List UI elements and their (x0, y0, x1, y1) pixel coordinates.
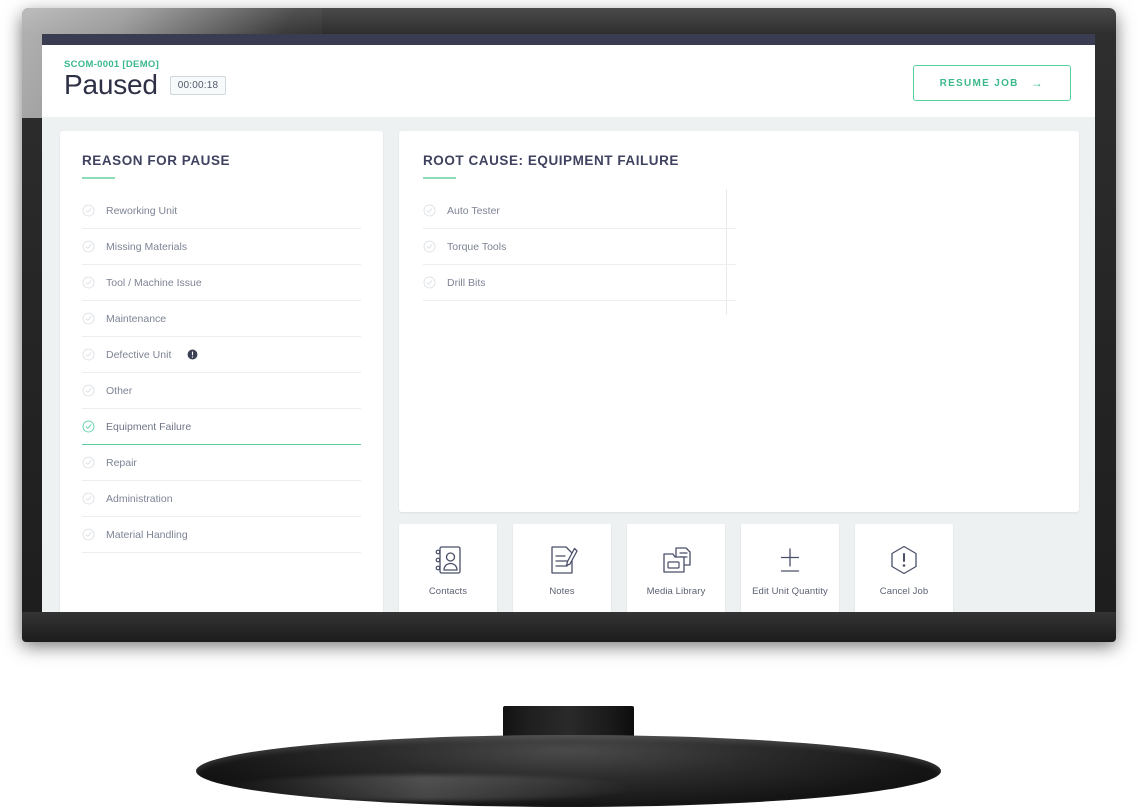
media-library-icon (663, 547, 691, 573)
reason-option-label: Defective Unit (106, 348, 172, 361)
reason-option-label: Material Handling (106, 528, 188, 541)
reason-option-item[interactable]: Maintenance (82, 301, 361, 337)
check-circle-icon (82, 420, 95, 433)
action-button-row: Contacts Notes Media Library Edit Unit Quan… (399, 524, 1079, 616)
reason-for-pause-panel: REASON FOR PAUSE Reworking Unit Missing M… (60, 131, 383, 618)
app-screen: SCOM-0001 [DEMO] Paused 00:00:18 RESUME … (42, 34, 1095, 634)
action-button-label: Notes (549, 586, 575, 597)
reason-option-list: Reworking Unit Missing Materials Tool / Ma… (82, 193, 361, 553)
notes-icon (551, 546, 578, 574)
reason-option-item[interactable]: Other (82, 373, 361, 409)
root-cause-option-label: Auto Tester (447, 204, 500, 217)
reason-option-label: Missing Materials (106, 240, 188, 253)
info-badge-icon (187, 349, 198, 360)
timer-badge: 00:00:18 (169, 75, 227, 95)
check-circle-icon (82, 204, 95, 217)
check-circle-icon (82, 456, 95, 469)
app-topbar (42, 34, 1095, 45)
app-header: SCOM-0001 [DEMO] Paused 00:00:18 RESUME … (42, 45, 1095, 117)
panel-divider (726, 189, 727, 315)
root-cause-panel-title: ROOT CAUSE: EQUIPMENT FAILURE (423, 153, 679, 168)
resume-job-label: RESUME JOB (939, 77, 1019, 89)
action-button-notes[interactable]: Notes (513, 524, 611, 616)
reason-option-item[interactable]: Missing Materials (82, 229, 361, 265)
reason-option-label: Administration (106, 492, 173, 505)
status-text: Paused (64, 69, 158, 100)
reason-option-item[interactable]: Tool / Machine Issue (82, 265, 361, 301)
root-cause-option-label: Torque Tools (447, 240, 507, 253)
root-cause-option-item[interactable]: Auto Tester (423, 193, 736, 229)
arrow-right-icon: → (1030, 76, 1044, 90)
check-circle-icon (82, 348, 95, 361)
monitor-bottom-bezel (22, 612, 1116, 642)
action-button-cancel-job[interactable]: Cancel Job (855, 524, 953, 616)
reason-option-item[interactable]: Material Handling (82, 517, 361, 553)
reason-option-label: Maintenance (106, 312, 167, 325)
reason-option-label: Repair (106, 456, 137, 469)
root-cause-panel: ROOT CAUSE: EQUIPMENT FAILURE Auto Teste… (399, 131, 1079, 512)
reason-option-item[interactable]: Equipment Failure (82, 409, 361, 445)
reason-option-item[interactable]: Defective Unit (82, 337, 361, 373)
action-button-label: Edit Unit Quantity (752, 586, 828, 597)
title-accent-rule (82, 177, 115, 179)
action-button-label: Cancel Job (879, 586, 929, 597)
action-button-label: Contacts (428, 586, 468, 597)
right-column: ROOT CAUSE: EQUIPMENT FAILURE Auto Teste… (399, 131, 1079, 634)
check-circle-icon (423, 240, 436, 253)
check-circle-icon (82, 276, 95, 289)
status-row: Paused 00:00:18 (64, 69, 227, 100)
check-circle-icon (423, 204, 436, 217)
check-circle-icon (82, 528, 95, 541)
reason-option-label: Equipment Failure (106, 420, 192, 433)
resume-job-button[interactable]: RESUME JOB → (912, 65, 1071, 101)
monitor-illustration: SCOM-0001 [DEMO] Paused 00:00:18 RESUME … (0, 0, 1138, 811)
reason-option-item[interactable]: Repair (82, 445, 361, 481)
root-cause-option-label: Drill Bits (447, 276, 486, 289)
monitor-stand-gloss (216, 775, 636, 801)
action-button-label: Media Library (646, 586, 706, 597)
reason-option-item[interactable]: Reworking Unit (82, 193, 361, 229)
root-cause-option-list: Auto Tester Torque Tools Drill Bits (423, 193, 736, 301)
reason-option-label: Tool / Machine Issue (106, 276, 202, 289)
plus-minus-icon (780, 548, 800, 572)
check-circle-icon (423, 276, 436, 289)
reason-option-label: Other (106, 384, 133, 397)
reason-option-label: Reworking Unit (106, 204, 178, 217)
check-circle-icon (82, 492, 95, 505)
reason-option-item[interactable]: Administration (82, 481, 361, 517)
cancel-job-icon (891, 545, 917, 575)
check-circle-icon (82, 312, 95, 325)
app-content: REASON FOR PAUSE Reworking Unit Missing M… (42, 117, 1095, 634)
action-button-media-library[interactable]: Media Library (627, 524, 725, 616)
root-cause-option-item[interactable]: Torque Tools (423, 229, 736, 265)
title-accent-rule (423, 177, 456, 179)
contacts-icon (435, 546, 461, 574)
action-button-edit-unit-quantity[interactable]: Edit Unit Quantity (741, 524, 839, 616)
action-button-contacts[interactable]: Contacts (399, 524, 497, 616)
root-cause-option-item[interactable]: Drill Bits (423, 265, 736, 301)
reason-panel-title: REASON FOR PAUSE (82, 153, 231, 168)
check-circle-icon (82, 384, 95, 397)
check-circle-icon (82, 240, 95, 253)
